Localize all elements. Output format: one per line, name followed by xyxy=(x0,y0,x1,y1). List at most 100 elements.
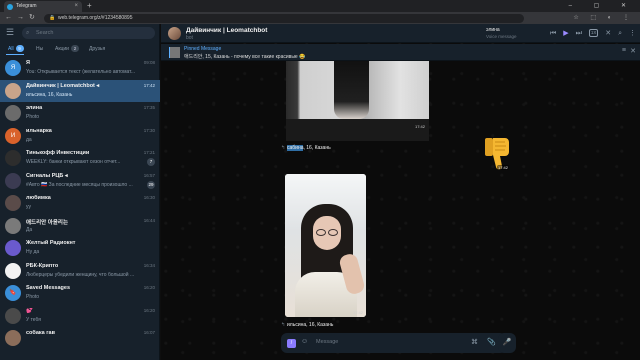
photo-1-shadow xyxy=(286,119,429,141)
address-bar-row: ← → ↻ 🔒 web.telegram.org/z/#1234580895 ☆… xyxy=(0,12,640,24)
chat-list-item[interactable]: любимка уу 16:30 xyxy=(0,192,160,215)
pinned-title: Pinned Message xyxy=(184,46,222,52)
lock-icon: 🔒 xyxy=(49,15,56,21)
close-player-icon[interactable]: ✕ xyxy=(605,24,611,43)
chat-name: Сигналы РЦБ ◂ xyxy=(26,172,68,179)
bot-command-icon[interactable]: / xyxy=(287,339,296,348)
window-controls[interactable]: – ▢ ✕ xyxy=(569,0,636,12)
tab-close-icon[interactable]: × xyxy=(74,1,78,12)
browser-tab[interactable]: Telegram × xyxy=(4,1,82,12)
active-tab-indicator xyxy=(6,54,24,55)
chat-list-item[interactable]: 🔖 Saved Messages Photo 16:20 xyxy=(0,282,160,305)
search-icon[interactable]: ⌕ xyxy=(618,24,622,43)
chat-avatar xyxy=(5,262,21,279)
photo-1-caption: сабина, 16, Казань xyxy=(287,145,331,151)
prev-track-icon[interactable]: ⏮ xyxy=(550,24,556,43)
menu-icon[interactable]: ☰ xyxy=(6,27,14,38)
play-icon[interactable]: ▶ xyxy=(563,24,568,43)
chat-preview: ильсина, 16, Казань xyxy=(26,91,73,98)
chat-list-item[interactable]: Сигналы РЦБ ◂ #Авто 🇷🇺 За последние месяц… xyxy=(0,170,160,193)
chat-avatar xyxy=(5,330,21,346)
chat-title[interactable]: Дайвинчик | Leomatchbot xyxy=(186,27,267,34)
chat-time: 16:07 xyxy=(143,330,155,335)
attach-icon[interactable]: 📎 xyxy=(487,338,496,346)
chat-list-item[interactable]: Дайвинчик | Leomatchbot ◂ ильсина, 16, Ка… xyxy=(0,79,160,102)
telegram-favicon-icon xyxy=(7,4,13,10)
tab-all-badge: 9 xyxy=(15,45,24,52)
pinned-list-icon[interactable]: ≡ xyxy=(622,47,626,54)
reply-arrow-icon: ↰ xyxy=(281,145,286,151)
pinned-text: 애드리안, 15, Казань - почему все такие крас… xyxy=(184,54,306,60)
chat-avatar xyxy=(5,217,21,234)
next-track-icon[interactable]: ⏭ xyxy=(576,24,582,43)
chat-list-item[interactable]: Я Я You: Открывается текст (желательно авт… xyxy=(0,57,160,80)
message-input[interactable]: Message xyxy=(316,339,338,345)
search-placeholder: Search xyxy=(36,30,54,36)
chat-preview: You: Открывается текст (желательно автом… xyxy=(26,69,136,75)
command-icon[interactable]: ⌘ xyxy=(471,338,478,346)
chat-avatar xyxy=(5,150,21,166)
voice-player-name[interactable]: элина xyxy=(486,27,500,33)
chat-avatar xyxy=(5,82,21,99)
chat-avatar xyxy=(5,172,21,189)
caption-highlight: сабина xyxy=(287,145,304,151)
message-composer: / ☺ Message ⌘ 📎 xyxy=(281,333,506,353)
chat-name: собака гав xyxy=(26,330,55,336)
url-text: web.telegram.org/z/#1234580895 xyxy=(58,15,133,21)
chat-sidebar: ☰ ⌕ Search All 9 Ны Акции 2 Друзья Я Я You: … xyxy=(0,24,160,360)
reply-arrow-icon: ↰ xyxy=(281,322,286,328)
chat-avatar[interactable] xyxy=(168,27,181,40)
playback-rate-button[interactable]: 1X xyxy=(588,29,599,38)
chat-name: Тинькофф Инвестиции xyxy=(26,150,90,156)
photo-2-time: 17:42 xyxy=(352,310,363,315)
tab-ny[interactable]: Ны xyxy=(36,45,43,53)
chat-preview: да xyxy=(26,136,32,143)
chat-list-item[interactable]: РБК-Крипто Люберцеры убедили женщину, что… xyxy=(0,260,160,283)
chat-name: РБК-Крипто xyxy=(26,262,59,269)
chat-list-item[interactable]: 💕 У тебя 16:20 xyxy=(0,305,160,328)
tab-akcii[interactable]: Акции 2 xyxy=(55,45,79,53)
photo-2-caption: ильсина, 16, Казань xyxy=(287,322,334,328)
more-menu-icon[interactable]: ⋮ xyxy=(629,24,636,43)
chat-list-item[interactable]: собака гав 16:07 xyxy=(0,327,160,350)
pinned-thumbnail xyxy=(169,47,180,58)
folder-tabs: All 9 Ны Акции 2 Друзья xyxy=(0,43,160,55)
chat-preview: #Авто 🇷🇺 За последние месяцы произошло .… xyxy=(26,181,133,188)
new-tab-button[interactable]: + xyxy=(87,0,92,12)
caption-rest: , 16, Казань xyxy=(303,145,331,151)
tab-title: Telegram xyxy=(16,3,37,9)
tab-all[interactable]: All 9 xyxy=(8,45,24,53)
chat-time: 17:42 xyxy=(143,82,155,88)
voice-record-button[interactable]: 🎤 xyxy=(498,333,516,353)
microphone-icon: 🎤 xyxy=(502,339,512,346)
back-icon[interactable]: ← xyxy=(5,12,12,24)
emoji-icon[interactable]: ☺ xyxy=(301,338,308,345)
url-input[interactable]: 🔒 web.telegram.org/z/#1234580895 xyxy=(44,14,524,23)
forward-icon[interactable]: → xyxy=(17,12,24,24)
chat-list-item[interactable]: 애드리안 아윤리는 Да 16:44 xyxy=(0,215,160,238)
message-photo-1[interactable]: 17:42 xyxy=(286,61,429,141)
chat-name: 애드리안 아윤리는 xyxy=(26,219,69,226)
chat-time: 17:30 xyxy=(143,127,155,133)
chat-list-item[interactable]: Тинькофф Инвестиции WEEKLY: банки открыва… xyxy=(0,147,160,170)
photo-1-time: 17:42 xyxy=(414,124,425,129)
voice-player-subtitle: Voice message xyxy=(486,34,517,39)
tab-akcii-label: Акции xyxy=(55,46,69,52)
chat-name: 💕 xyxy=(26,307,33,314)
tab-druzya[interactable]: Друзья xyxy=(89,45,105,53)
chat-preview: Люберцеры убедили женщину, что большой .… xyxy=(26,271,135,278)
chat-time: 16:20 xyxy=(143,285,155,290)
pinned-message-bar[interactable]: Pinned Message 애드리안, 15, Казань - почему… xyxy=(161,44,640,61)
search-input[interactable]: ⌕ Search xyxy=(22,27,155,39)
chat-list-item[interactable]: Иильнарка да 17:30 xyxy=(0,125,160,148)
unread-badge: 7 xyxy=(147,158,155,166)
chat-list-item[interactable]: Желтый Радиокнт Ну да xyxy=(0,237,160,260)
chat-list-item[interactable]: элина Photo 17:35 xyxy=(0,102,160,125)
chat-preview: Ну да xyxy=(26,249,40,255)
chat-avatar xyxy=(5,240,21,256)
reload-icon[interactable]: ↻ xyxy=(29,12,35,24)
browser-extension-icons[interactable]: ☆ ⬚ ◐ ⋮ xyxy=(573,12,634,24)
chat-preview: WEEKLY: банки открывают сезон отчет... xyxy=(26,159,121,165)
message-photo-2[interactable]: 17:42 xyxy=(285,174,366,317)
pinned-close-icon[interactable]: ✕ xyxy=(630,47,636,55)
